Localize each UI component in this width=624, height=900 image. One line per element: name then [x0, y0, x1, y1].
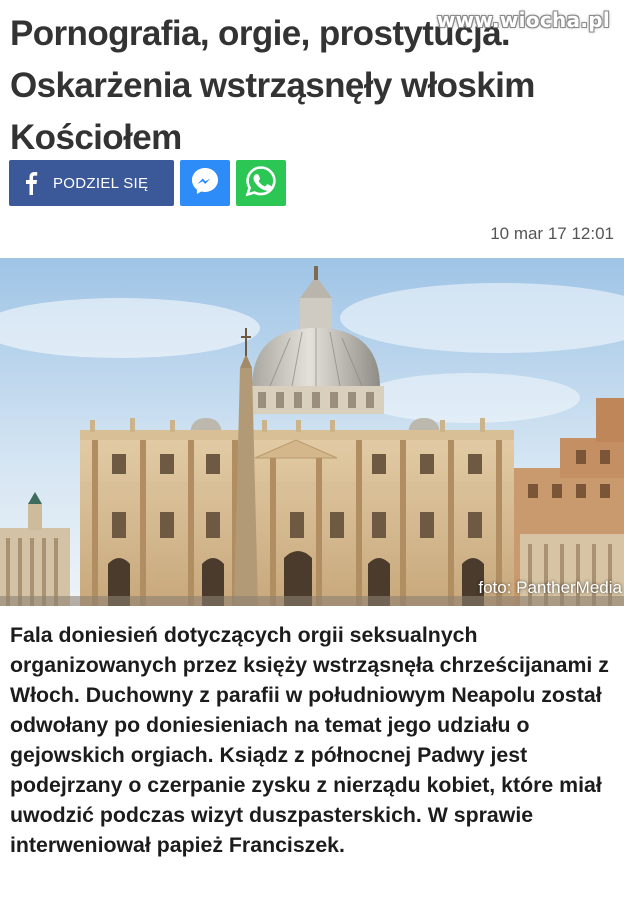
photo-credit: foto: PantherMedia	[478, 578, 622, 597]
facebook-share-button[interactable]: PODZIEL SIĘ	[9, 160, 174, 206]
messenger-share-button[interactable]	[180, 160, 230, 206]
facebook-share-label: PODZIEL SIĘ	[53, 174, 149, 192]
share-bar: PODZIEL SIĘ	[9, 160, 286, 206]
whatsapp-share-button[interactable]	[236, 160, 286, 206]
st-peters-basilica-illustration	[0, 258, 624, 606]
site-watermark: www.wiocha.pl	[436, 8, 610, 32]
publish-timestamp: 10 mar 17 12:01	[490, 224, 614, 243]
whatsapp-icon	[244, 164, 278, 203]
article-photo: foto: PantherMedia	[0, 258, 624, 606]
article-lead-paragraph: Fala doniesień dotyczących orgii seksual…	[10, 623, 609, 857]
messenger-icon	[189, 165, 221, 202]
facebook-f-icon	[9, 171, 53, 195]
